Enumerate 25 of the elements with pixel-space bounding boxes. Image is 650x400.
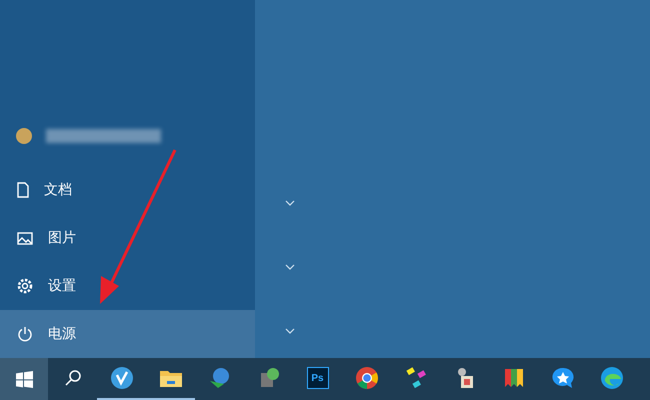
photoshop-icon: Ps [306, 367, 328, 389]
chevron-icon[interactable] [285, 328, 295, 334]
pins-icon [404, 367, 426, 389]
taskbar-app-button[interactable]: Ps [293, 358, 342, 400]
chat-icon [552, 367, 574, 389]
flag-icon [502, 367, 524, 389]
user-avatar [16, 128, 32, 144]
search-icon [64, 370, 80, 386]
chrome-icon [356, 367, 378, 389]
edge-icon [600, 367, 622, 389]
document-icon [17, 182, 29, 198]
menu-item[interactable]: 图片 [0, 214, 255, 262]
windows-logo-icon [16, 370, 32, 388]
power-icon [17, 326, 33, 342]
start-button[interactable] [0, 358, 48, 400]
settings-icon [17, 278, 33, 294]
picture-icon [17, 232, 33, 244]
chevron-icon[interactable] [285, 264, 295, 270]
v-logo-icon [110, 367, 132, 389]
chevron-icon[interactable] [285, 200, 295, 206]
folder-icon [160, 369, 182, 387]
menu-item[interactable]: 电源 [0, 310, 255, 358]
menu-item[interactable]: 设置 [0, 262, 255, 310]
menu-item[interactable]: 文档 [0, 166, 255, 214]
globe-download-icon [208, 367, 232, 389]
